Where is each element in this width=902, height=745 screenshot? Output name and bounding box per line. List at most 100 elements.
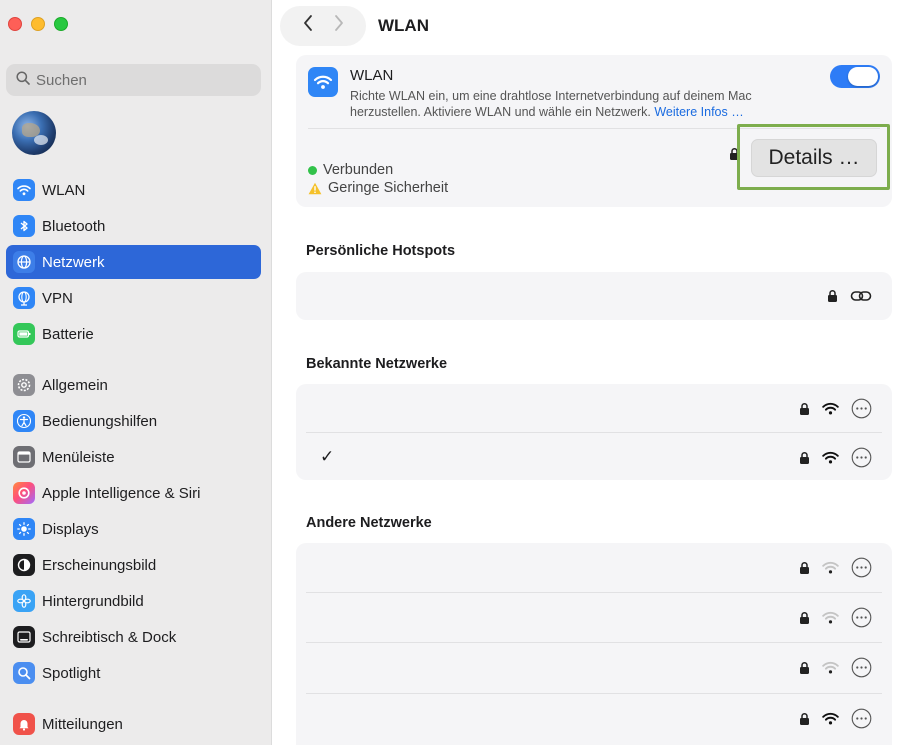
sidebar-item-wlan[interactable]: WLAN	[6, 173, 261, 207]
flower-icon	[13, 590, 35, 612]
sidebar-item-schreibtisch-dock[interactable]: Schreibtisch & Dock	[6, 620, 261, 654]
back-button[interactable]	[302, 14, 314, 38]
wifi-signal-weak-icon	[822, 561, 839, 574]
connected-dot-icon	[308, 165, 317, 175]
more-options-icon[interactable]	[851, 657, 872, 678]
history-navigation	[280, 6, 366, 46]
gear-icon	[13, 374, 35, 396]
wlan-toggle[interactable]	[830, 65, 880, 88]
security-status: Geringe Sicherheit	[308, 180, 448, 196]
bell-icon	[13, 713, 35, 735]
lock-icon	[799, 611, 810, 625]
hotspot-row[interactable]	[296, 272, 892, 320]
sidebar-item-menueleiste[interactable]: Menüleiste	[6, 440, 261, 474]
more-options-icon[interactable]	[851, 607, 872, 628]
other-network-row[interactable]	[296, 643, 892, 694]
vpn-globe-icon	[13, 287, 35, 309]
sidebar-item-label: Allgemein	[42, 376, 108, 394]
known-networks-list: ✓	[296, 384, 892, 480]
more-options-icon[interactable]	[851, 557, 872, 578]
sidebar-item-label: Spotlight	[42, 664, 101, 682]
section-title-other: Andere Netzwerke	[306, 515, 432, 531]
personal-hotspot-icon	[850, 289, 872, 303]
details-button[interactable]: Details …	[751, 139, 877, 177]
sidebar-item-hintergrundbild[interactable]: Hintergrundbild	[6, 584, 261, 618]
wifi-signal-icon	[822, 402, 839, 415]
sidebar-item-label: Mitteilungen	[42, 715, 123, 733]
sidebar: WLAN Bluetooth Netzwerk VPN Batterie All…	[0, 0, 272, 745]
more-options-icon[interactable]	[851, 398, 872, 419]
lock-icon	[799, 451, 810, 465]
sidebar-item-label: Hintergrundbild	[42, 592, 144, 610]
section-title-known: Bekannte Netzwerke	[306, 356, 448, 372]
minimize-window-button[interactable]	[31, 17, 45, 31]
user-avatar[interactable]	[12, 111, 56, 155]
wlan-description: Richte WLAN ein, um eine drahtlose Inter…	[350, 88, 790, 120]
more-options-icon[interactable]	[851, 708, 872, 729]
sidebar-item-allgemein[interactable]: Allgemein	[6, 368, 261, 402]
other-network-row[interactable]	[296, 694, 892, 745]
close-window-button[interactable]	[8, 17, 22, 31]
lock-icon	[799, 712, 810, 726]
other-network-row[interactable]	[296, 543, 892, 593]
sidebar-item-batterie[interactable]: Batterie	[6, 317, 261, 351]
sidebar-item-label: Schreibtisch & Dock	[42, 628, 177, 646]
lock-icon	[827, 289, 838, 303]
connection-status: Verbunden	[308, 162, 393, 178]
sidebar-item-label: Bedienungshilfen	[42, 412, 158, 430]
sidebar-item-netzwerk[interactable]: Netzwerk	[6, 245, 261, 279]
menubar-icon	[13, 446, 35, 468]
lock-icon	[799, 402, 810, 416]
sidebar-item-label: Batterie	[42, 325, 94, 343]
other-networks-list	[296, 543, 892, 745]
window-controls	[8, 17, 68, 31]
hotspots-list	[296, 272, 892, 320]
sidebar-item-bluetooth[interactable]: Bluetooth	[6, 209, 261, 243]
appearance-icon	[13, 554, 35, 576]
checkmark: ✓	[320, 447, 335, 466]
sun-icon	[13, 518, 35, 540]
sidebar-item-displays[interactable]: Displays	[6, 512, 261, 546]
wifi-signal-weak-icon	[822, 611, 839, 624]
more-options-icon[interactable]	[851, 447, 872, 468]
connected-label: Verbunden	[323, 162, 394, 178]
sidebar-item-apple-intelligence-siri[interactable]: Apple Intelligence & Siri	[6, 476, 261, 510]
toolbar: WLAN	[280, 6, 429, 46]
search-field[interactable]	[6, 64, 261, 96]
wifi-icon	[13, 179, 35, 201]
accessibility-icon	[13, 410, 35, 432]
lock-icon	[799, 661, 810, 675]
page-title: WLAN	[378, 16, 429, 35]
sidebar-item-label: Bluetooth	[42, 217, 106, 235]
sidebar-item-label: Netzwerk	[42, 253, 105, 271]
sidebar-item-label: VPN	[42, 289, 73, 307]
sidebar-item-spotlight[interactable]: Spotlight	[6, 656, 261, 690]
security-label: Geringe Sicherheit	[328, 180, 449, 196]
zoom-window-button[interactable]	[54, 17, 68, 31]
more-info-link[interactable]: Weitere Infos …	[654, 105, 743, 119]
sidebar-item-label: WLAN	[42, 181, 86, 199]
siri-icon	[13, 482, 35, 504]
forward-button[interactable]	[333, 14, 345, 38]
known-network-row[interactable]: ✓	[296, 433, 892, 480]
globe-icon	[13, 251, 35, 273]
sidebar-item-label: Apple Intelligence & Siri	[42, 484, 201, 502]
wifi-icon	[308, 67, 338, 97]
wifi-signal-icon	[822, 712, 839, 725]
wlan-title: WLAN	[350, 67, 394, 84]
sidebar-item-mitteilungen[interactable]: Mitteilungen	[6, 707, 261, 741]
magnifier-icon	[13, 662, 35, 684]
other-network-row[interactable]	[296, 593, 892, 643]
sidebar-item-vpn[interactable]: VPN	[6, 281, 261, 315]
bluetooth-icon	[13, 215, 35, 237]
search-input[interactable]	[36, 71, 236, 89]
sidebar-item-label: Displays	[42, 520, 99, 538]
warning-icon	[308, 182, 322, 195]
search-icon	[16, 70, 30, 90]
section-title-hotspots: Persönliche Hotspots	[306, 243, 456, 259]
sidebar-item-bedienungshilfen[interactable]: Bedienungshilfen	[6, 404, 261, 438]
battery-icon	[13, 323, 35, 345]
known-network-row[interactable]	[296, 384, 892, 433]
sidebar-item-erscheinungsbild[interactable]: Erscheinungsbild	[6, 548, 261, 582]
sidebar-item-label: Erscheinungsbild	[42, 556, 157, 574]
